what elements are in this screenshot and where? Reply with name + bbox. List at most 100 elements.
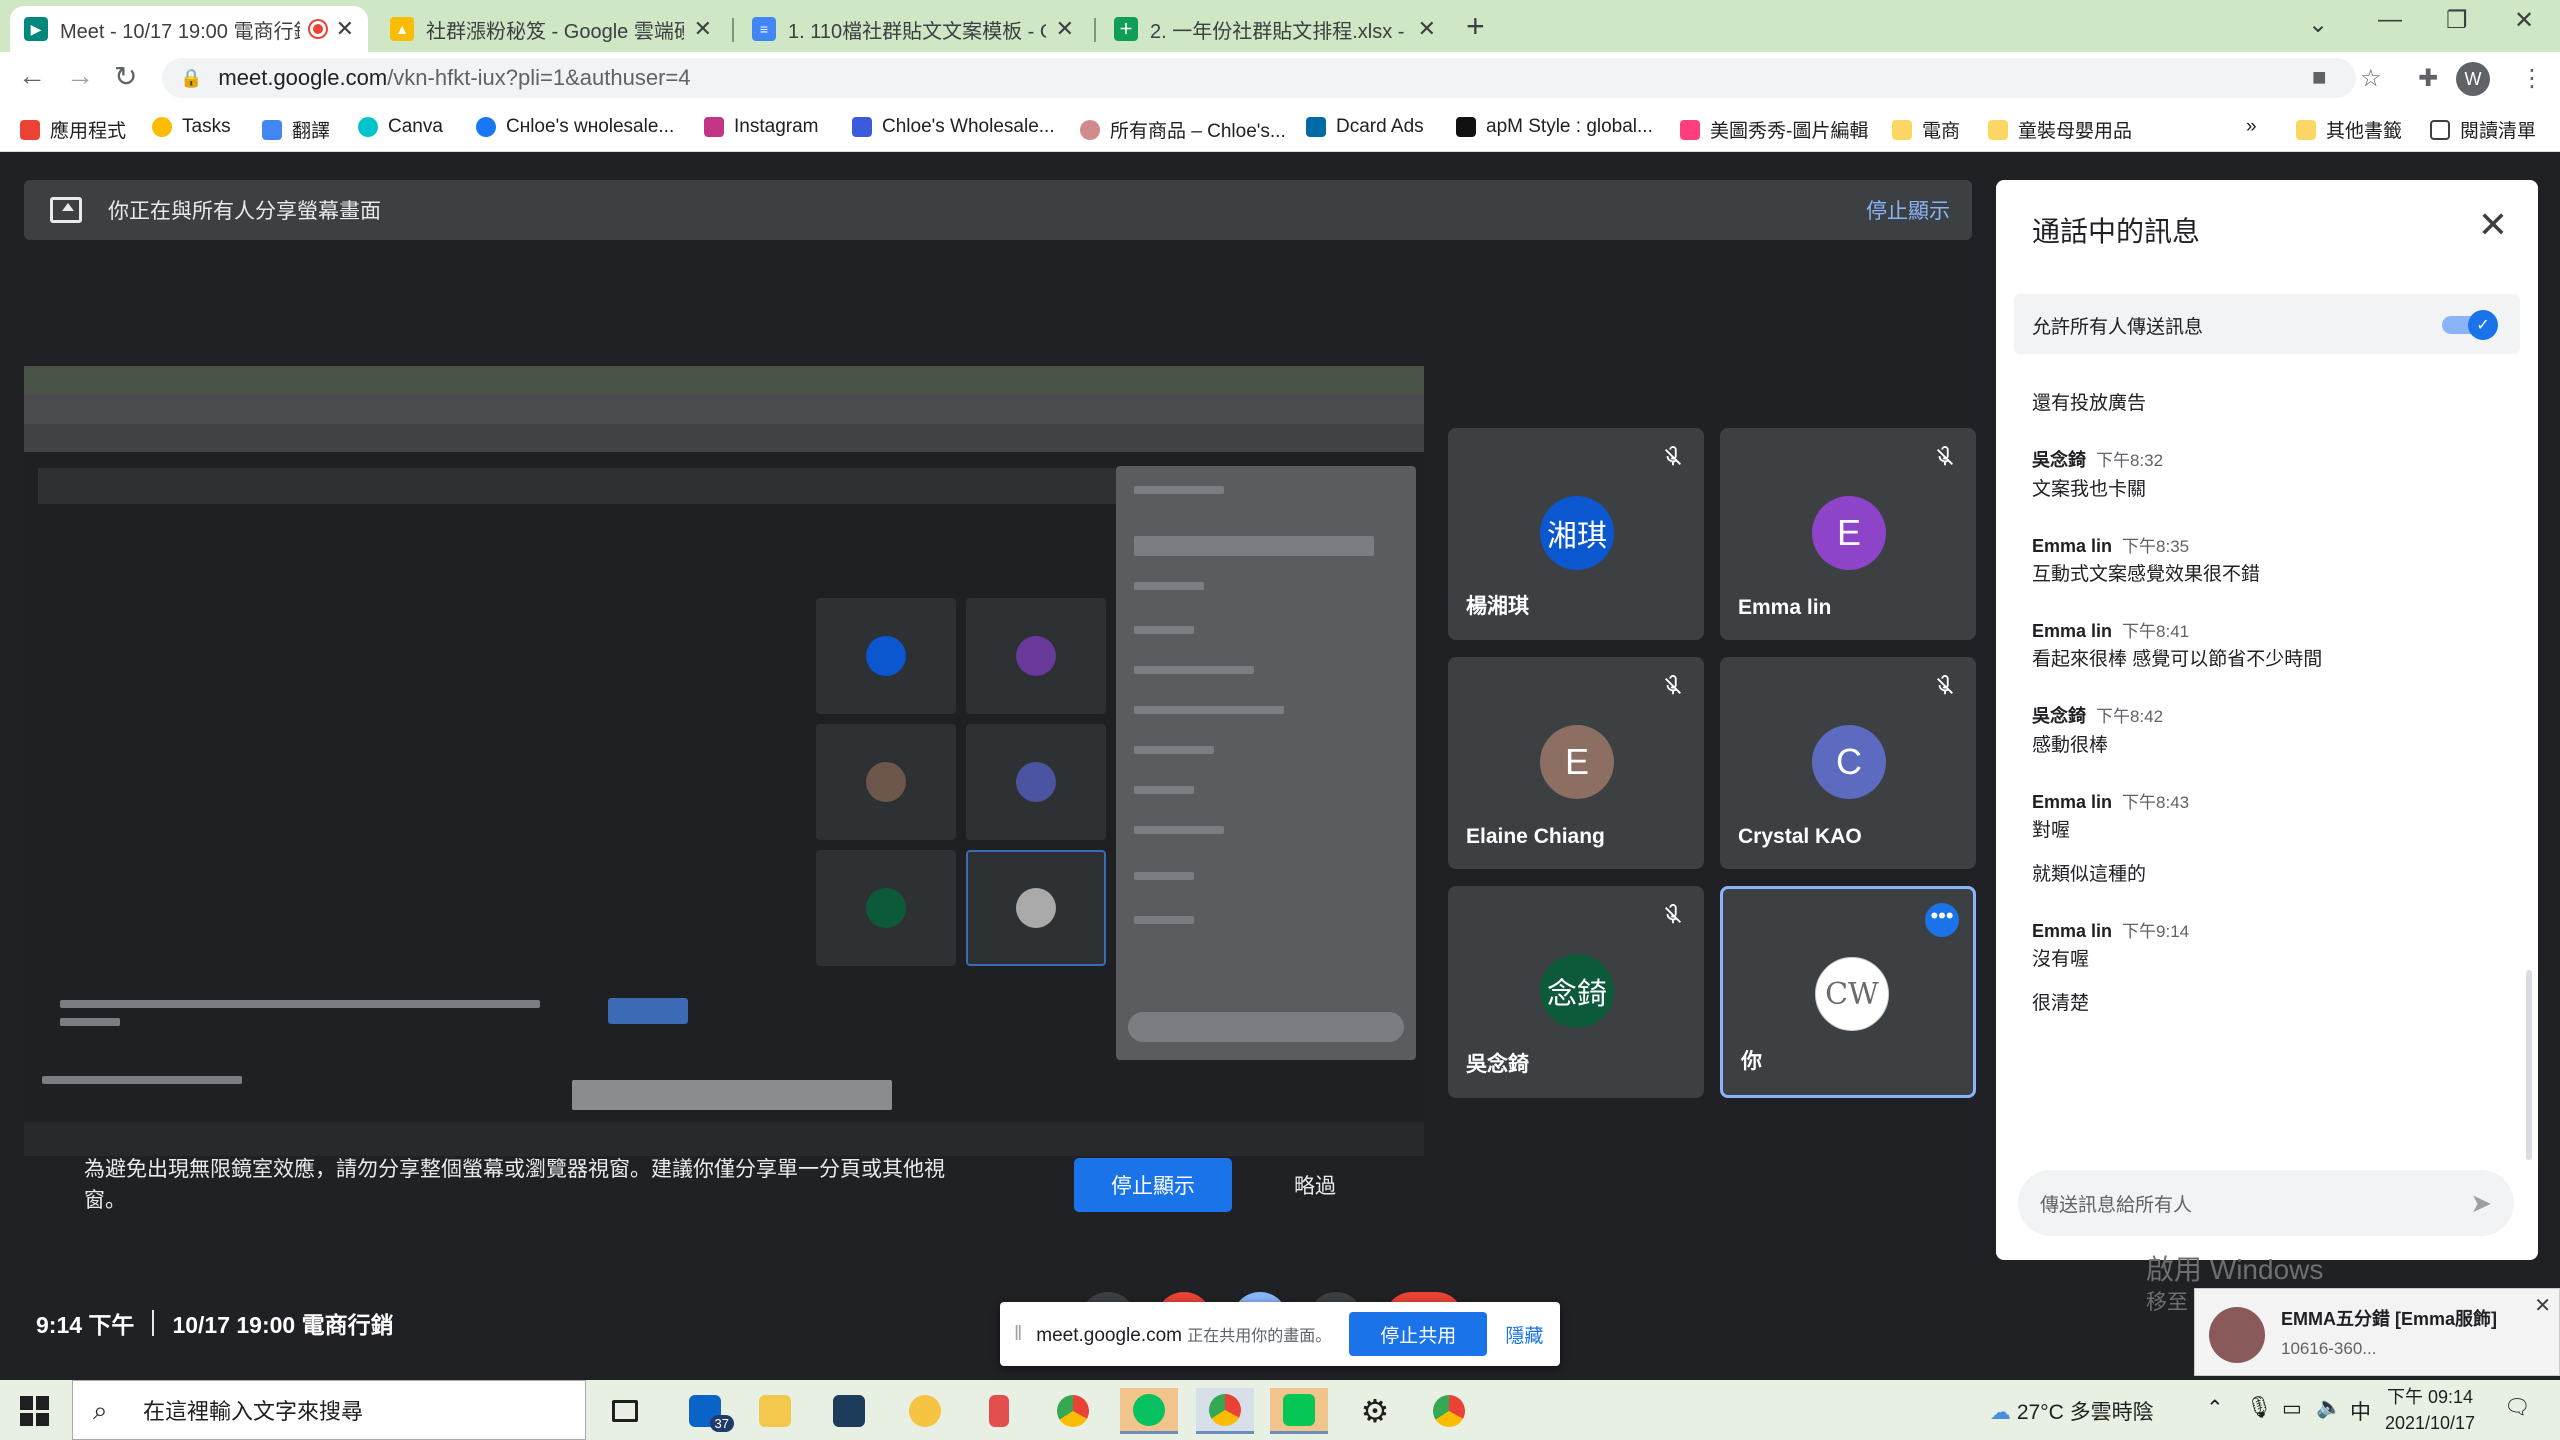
bookmark-dcard-ads[interactable]: Dcard Ads <box>1306 116 1424 138</box>
wechat-icon[interactable] <box>1120 1388 1178 1434</box>
chrome-glyph <box>1433 1395 1465 1427</box>
stop-presenting-link[interactable]: 停止顯示 <box>1866 195 1950 225</box>
new-tab-icon[interactable]: + <box>1466 8 1485 45</box>
chrome-icon[interactable] <box>1048 1388 1098 1434</box>
close-tab-icon[interactable]: ✕ <box>336 16 354 42</box>
microphone-icon[interactable]: 🎙 <box>2246 1396 2273 1420</box>
chat-scrollbar[interactable] <box>2526 970 2532 1160</box>
present-screen-icon <box>50 197 82 223</box>
bookmark-folder-ecommerce[interactable]: 電商 <box>1892 116 1960 143</box>
forward-icon[interactable]: → <box>66 60 94 92</box>
bookmark-meitu[interactable]: 美圖秀秀-圖片編輯 <box>1680 116 1868 143</box>
back-icon[interactable]: ← <box>18 60 46 92</box>
stop-presenting-button[interactable]: 停止顯示 <box>1074 1158 1232 1212</box>
chat-message: Emma lin 下午9:14 沒有喔 很清楚 <box>2032 917 2512 1018</box>
apm-icon <box>1456 117 1476 137</box>
participant-avatar: C <box>1812 725 1886 799</box>
notifications-icon[interactable]: 🗨 <box>2504 1396 2531 1420</box>
menu-icon[interactable]: ⋮ <box>2520 64 2544 93</box>
participant-tile[interactable]: E Emma lin <box>1720 428 1976 640</box>
restore-window-icon[interactable]: ❐ <box>2446 6 2468 35</box>
settings-icon[interactable]: ⚙ <box>1350 1388 1400 1434</box>
other-bookmarks[interactable]: 其他書籤 <box>2296 116 2402 143</box>
volume-icon[interactable]: 🔈 <box>2316 1396 2342 1420</box>
line-icon[interactable] <box>1270 1388 1328 1434</box>
activate-windows-watermark: 啟用 Windows <box>2146 1254 2324 1285</box>
sticky-app-icon[interactable] <box>900 1388 950 1434</box>
preview-text-line <box>1134 582 1204 590</box>
taskbar-clock[interactable]: 下午 09:14 2021/10/17 <box>2370 1384 2490 1436</box>
message-text: 文案我也卡關 <box>2032 479 2147 500</box>
close-icon[interactable]: ✕ <box>2534 1293 2551 1318</box>
bookmarks-overflow-icon[interactable]: » <box>2246 116 2257 138</box>
close-tab-icon[interactable]: ✕ <box>1056 16 1074 42</box>
tab-meet[interactable]: ▶ Meet - 10/17 19:00 電商行銷 ✕ <box>10 6 368 52</box>
message-time: 下午9:14 <box>2122 922 2190 941</box>
tab-drive[interactable]: ▲ 社群漲粉秘笈 - Google 雲端硬碟 ✕ <box>376 6 726 52</box>
bookmark-apm-style[interactable]: apM Style : global... <box>1456 116 1653 138</box>
bookmark-instagram[interactable]: Instagram <box>704 116 818 138</box>
chrome-profile-icon[interactable] <box>1196 1388 1254 1434</box>
close-tab-icon[interactable]: ✕ <box>694 16 712 42</box>
file-explorer-icon[interactable] <box>750 1388 800 1434</box>
task-view-icon[interactable] <box>600 1388 650 1434</box>
folder-glyph <box>759 1395 791 1427</box>
tray-chevron-icon[interactable]: ⌃ <box>2206 1396 2224 1421</box>
skip-button[interactable]: 略過 <box>1270 1158 1360 1212</box>
mail-icon[interactable]: 37 <box>680 1388 734 1434</box>
close-tab-icon[interactable]: ✕ <box>1418 16 1436 42</box>
chat-message: 吳念錡 下午8:32 文案我也卡關 <box>2032 446 2512 504</box>
address-bar[interactable]: 🔒 meet.google.com/vkn-hfkt-iux?pli=1&aut… <box>162 58 2356 98</box>
shop-icon <box>852 117 872 137</box>
tab-sheets[interactable]: ＋ 2. 一年份社群貼文排程.xlsx - Goo ✕ <box>1100 6 1450 52</box>
participant-name: 你 <box>1741 1050 1762 1073</box>
allow-messages-toggle[interactable]: ✓ <box>2442 310 2498 340</box>
bookmark-tasks[interactable]: Tasks <box>152 116 231 138</box>
chat-message-input[interactable]: 傳送訊息給所有人 ➤ <box>2018 1170 2514 1236</box>
bookmark-facebook[interactable]: Cʜloe's wʜolesale... <box>476 116 674 138</box>
windows-start-icon[interactable] <box>20 1396 50 1426</box>
camera-icon[interactable]: ■ <box>2312 64 2327 92</box>
more-options-icon[interactable]: ••• <box>1925 903 1959 937</box>
message-time: 下午8:43 <box>2122 793 2190 812</box>
chat-message: 吳念錡 下午8:42 感動很棒 <box>2032 702 2512 760</box>
snipping-tool-icon[interactable] <box>974 1388 1024 1434</box>
terminal-app-icon[interactable] <box>824 1388 874 1434</box>
bookmark-chloes-wholesale[interactable]: Chloe's Wholesale... <box>852 116 1055 138</box>
notification-toast[interactable]: EMMA五分錯 [Emma服飾] 10616-360... ✕ <box>2194 1288 2560 1376</box>
line-glyph <box>1283 1393 1315 1426</box>
search-icon: ⌕ <box>93 1395 108 1425</box>
participant-tile[interactable]: 念錡 吳念錡 <box>1448 886 1704 1098</box>
stop-sharing-button[interactable]: 停止共用 <box>1349 1312 1488 1356</box>
taskbar-search-input[interactable]: ⌕ 在這裡輸入文字來搜尋 <box>72 1380 586 1440</box>
bookmark-all-products[interactable]: 所有商品 – Chloe's... <box>1080 116 1286 143</box>
send-icon[interactable]: ➤ <box>2470 1188 2492 1219</box>
participant-tile[interactable]: C Crystal KAO <box>1720 657 1976 869</box>
reading-list[interactable]: 閱讀清單 <box>2430 116 2536 143</box>
message-meta: Emma lin 下午8:41 <box>2032 617 2512 642</box>
reload-icon[interactable]: ↻ <box>114 60 137 93</box>
participant-tile[interactable]: E Elaine Chiang <box>1448 657 1704 869</box>
bookmark-star-icon[interactable]: ☆ <box>2360 64 2382 93</box>
drag-handle-icon[interactable]: ‖ <box>1014 1323 1022 1346</box>
ime-indicator[interactable]: 中 <box>2350 1396 2371 1426</box>
chat-message: Emma lin 下午8:41 看起來很棒 感覺可以節省不少時間 <box>2032 617 2512 674</box>
tab-docs[interactable]: ≡ 1. 110檔社群貼文文案模板 - Goo ✕ <box>738 6 1088 52</box>
hide-sharing-bar-link[interactable]: 隱藏 <box>1505 1321 1543 1348</box>
bookmark-apps[interactable]: 應用程式 <box>20 116 126 143</box>
profile-avatar[interactable]: W <box>2456 62 2490 96</box>
chrome-icon[interactable] <box>1424 1388 1474 1434</box>
network-icon[interactable]: ▭ <box>2282 1396 2302 1421</box>
bookmark-canva[interactable]: Canva <box>358 116 443 138</box>
minimize-window-icon[interactable]: — <box>2378 6 2402 34</box>
close-window-icon[interactable]: ✕ <box>2514 6 2534 35</box>
bookmark-folder-kids[interactable]: 童裝母嬰用品 <box>1988 116 2132 143</box>
bookmark-translate[interactable]: 翻譯 <box>262 116 330 143</box>
meeting-time: 9:14 下午 <box>36 1312 135 1338</box>
extensions-icon[interactable]: ✚ <box>2418 64 2438 93</box>
weather-widget[interactable]: ☁ 27°C 多雲時陰 <box>1990 1396 2154 1426</box>
close-icon[interactable]: ✕ <box>2478 204 2508 246</box>
tab-search-icon[interactable]: ⌄ <box>2308 10 2328 39</box>
self-participant-tile[interactable]: ••• CW 你 <box>1720 886 1976 1098</box>
participant-tile[interactable]: 湘琪 楊湘琪 <box>1448 428 1704 640</box>
